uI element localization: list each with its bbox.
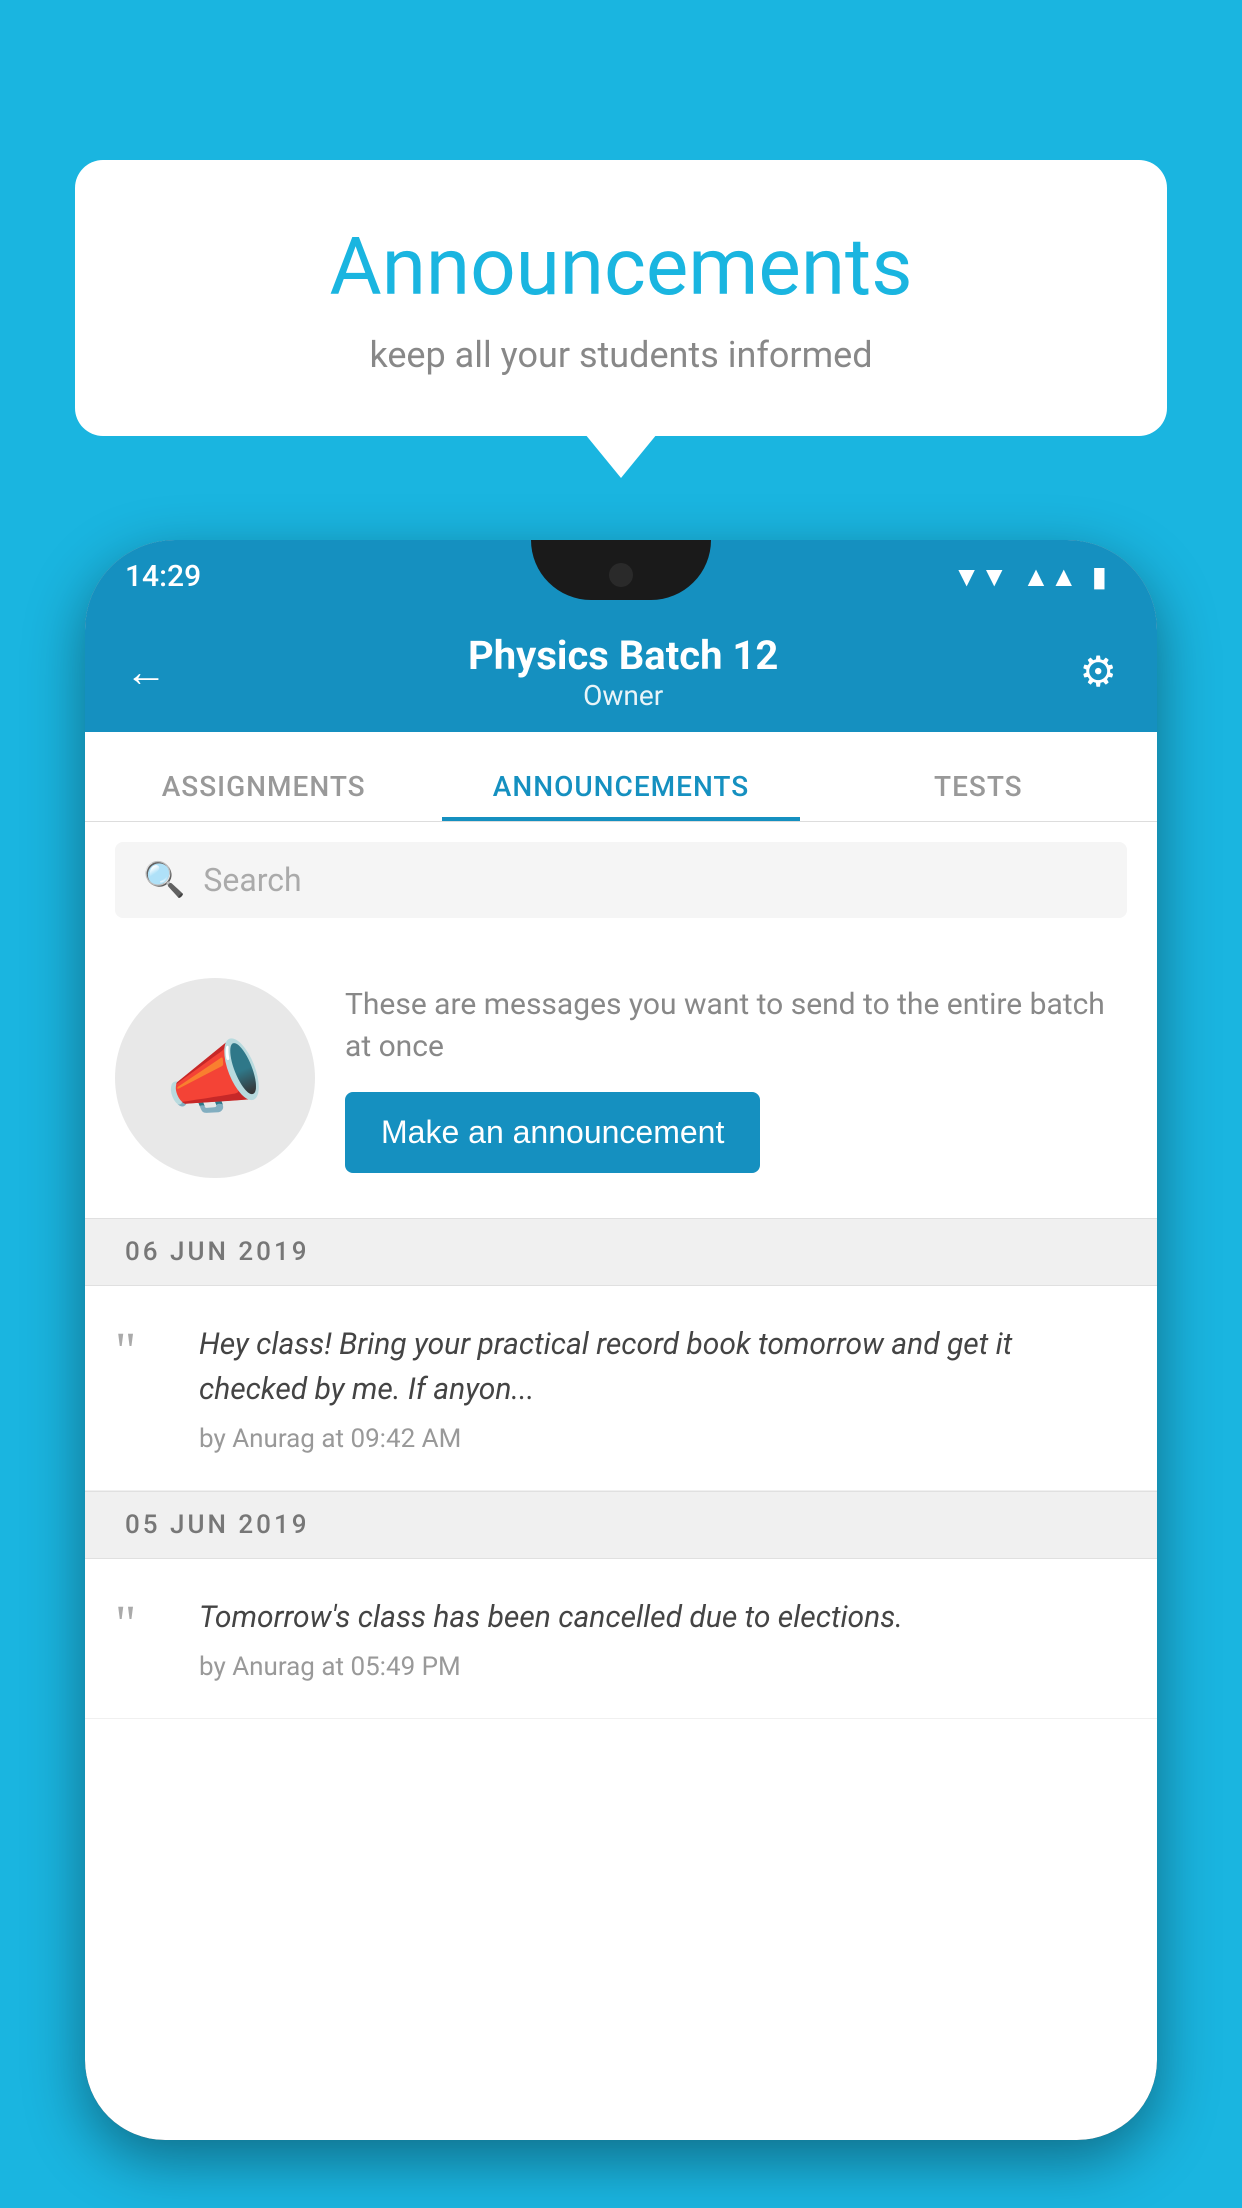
tab-tests[interactable]: TESTS bbox=[800, 770, 1157, 821]
announcement-meta-2: by Anurag at 05:49 PM bbox=[199, 1652, 1127, 1682]
tabs-bar: ASSIGNMENTS ANNOUNCEMENTS TESTS bbox=[85, 732, 1157, 822]
app-bar-subtitle: Owner bbox=[468, 679, 778, 712]
megaphone-icon: 📣 bbox=[165, 1031, 265, 1125]
battery-icon: ▮ bbox=[1092, 560, 1107, 593]
announcement-text-2: Tomorrow's class has been cancelled due … bbox=[199, 1595, 1127, 1640]
screen-area: 14:29 ▼▼ ▲▲ ▮ ← Physics Batch 12 Owner ⚙ bbox=[85, 540, 1157, 2140]
promo-icon-circle: 📣 bbox=[115, 978, 315, 1178]
tab-assignments[interactable]: ASSIGNMENTS bbox=[85, 770, 442, 821]
app-bar-center: Physics Batch 12 Owner bbox=[468, 632, 778, 712]
search-icon: 🔍 bbox=[143, 860, 185, 900]
announcement-text-1: Hey class! Bring your practical record b… bbox=[199, 1322, 1127, 1412]
bubble-subtitle: keep all your students informed bbox=[155, 334, 1087, 376]
bubble-title: Announcements bbox=[155, 220, 1087, 314]
speech-bubble-container: Announcements keep all your students inf… bbox=[75, 160, 1167, 436]
status-icons: ▼▼ ▲▲ ▮ bbox=[953, 560, 1107, 593]
make-announcement-button[interactable]: Make an announcement bbox=[345, 1092, 760, 1173]
app-bar-title: Physics Batch 12 bbox=[468, 632, 778, 679]
announcement-meta-1: by Anurag at 09:42 AM bbox=[199, 1424, 1127, 1454]
announcement-promo: 📣 These are messages you want to send to… bbox=[85, 938, 1157, 1218]
promo-right: These are messages you want to send to t… bbox=[345, 984, 1127, 1173]
speech-bubble: Announcements keep all your students inf… bbox=[75, 160, 1167, 436]
app-bar: ← Physics Batch 12 Owner ⚙ bbox=[85, 612, 1157, 732]
quote-icon-2: " bbox=[115, 1599, 175, 1651]
status-time: 14:29 bbox=[125, 559, 201, 594]
date-separator-1: 06 JUN 2019 bbox=[85, 1218, 1157, 1286]
phone-container: 14:29 ▼▼ ▲▲ ▮ ← Physics Batch 12 Owner ⚙ bbox=[85, 540, 1157, 2208]
announcement-content-2: Tomorrow's class has been cancelled due … bbox=[199, 1595, 1127, 1682]
camera bbox=[609, 563, 633, 587]
phone-frame: 14:29 ▼▼ ▲▲ ▮ ← Physics Batch 12 Owner ⚙ bbox=[85, 540, 1157, 2140]
search-bar: 🔍 Search bbox=[85, 822, 1157, 938]
quote-icon-1: " bbox=[115, 1326, 175, 1378]
search-input-wrap[interactable]: 🔍 Search bbox=[115, 842, 1127, 918]
back-button[interactable]: ← bbox=[125, 648, 167, 697]
date-separator-2: 05 JUN 2019 bbox=[85, 1491, 1157, 1559]
announcement-item-1[interactable]: " Hey class! Bring your practical record… bbox=[85, 1286, 1157, 1491]
settings-icon[interactable]: ⚙ bbox=[1079, 647, 1117, 697]
signal-icon: ▲▲ bbox=[1022, 560, 1077, 593]
announcement-content-1: Hey class! Bring your practical record b… bbox=[199, 1322, 1127, 1454]
search-placeholder: Search bbox=[203, 861, 301, 899]
wifi-icon: ▼▼ bbox=[953, 560, 1008, 593]
promo-description: These are messages you want to send to t… bbox=[345, 984, 1127, 1068]
tab-announcements[interactable]: ANNOUNCEMENTS bbox=[442, 770, 799, 821]
announcement-item-2[interactable]: " Tomorrow's class has been cancelled du… bbox=[85, 1559, 1157, 1719]
